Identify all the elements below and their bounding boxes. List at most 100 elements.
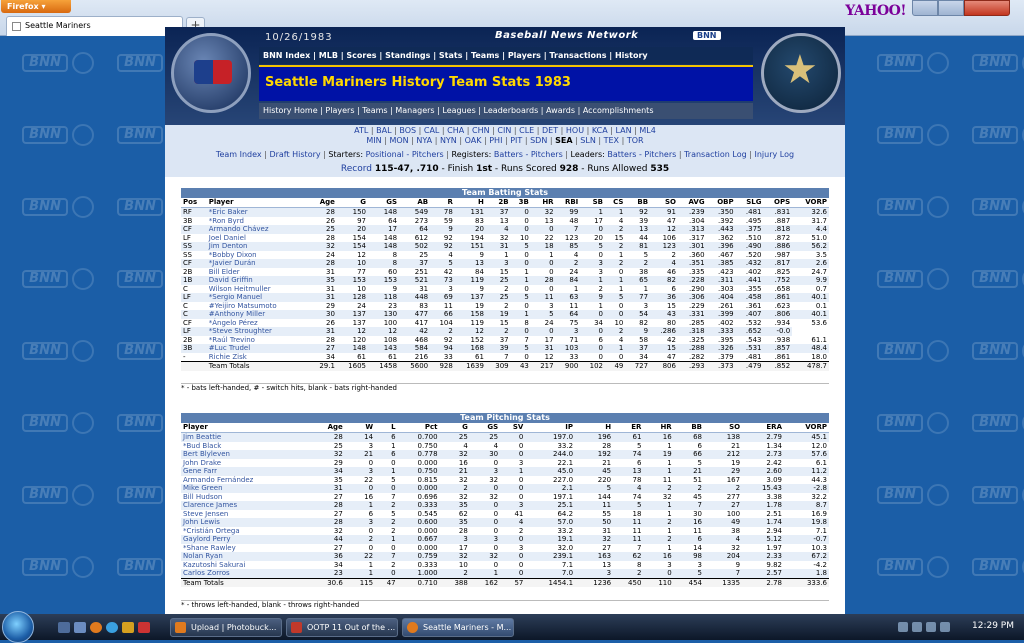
firefox-menu-button[interactable]: Firefox ▾ [1,0,71,13]
team-link-cin[interactable]: CIN [497,126,511,135]
player-link[interactable]: *Bobby Dixon [206,250,310,259]
top-nav-teams[interactable]: Teams [471,51,499,60]
team-link-min[interactable]: MIN [366,136,381,145]
team-link-atl[interactable]: ATL [354,126,368,135]
record-link[interactable]: Record [341,164,372,174]
sub-nav-leagues[interactable]: Leagues [442,106,475,115]
team-link-ml4[interactable]: ML4 [639,126,655,135]
start-button[interactable] [2,611,34,643]
app-icon[interactable] [138,622,150,633]
show-desktop-icon[interactable] [58,622,70,633]
sub-nav-awards[interactable]: Awards [546,106,575,115]
registers-pitchers-link[interactable]: Pitchers [531,150,563,159]
firefox-icon[interactable] [90,622,102,633]
team-link-sln[interactable]: SLN [580,136,596,145]
player-link[interactable]: *Cristián Ortega [181,526,311,535]
team-link-tex[interactable]: TEX [604,136,619,145]
network-icon[interactable] [926,622,936,632]
team-link-kca[interactable]: KCA [592,126,608,135]
leaders-batters-link[interactable]: Batters [607,150,636,159]
player-link[interactable]: Jim Beattie [181,432,311,442]
team-index-link[interactable]: Team Index [216,150,262,159]
tray-icon[interactable] [898,622,908,632]
player-link[interactable]: Armando Fernández [181,475,311,484]
team-link-hou[interactable]: HOU [566,126,584,135]
top-nav-scores[interactable]: Scores [346,51,376,60]
player-link[interactable]: Bill Elder [206,267,310,276]
sub-nav-history-home[interactable]: History Home [263,106,318,115]
team-link-sdn[interactable]: SDN [530,136,547,145]
player-link[interactable]: #Yeijiro Matsumoto [206,301,310,310]
sub-nav-managers[interactable]: Managers [395,106,434,115]
team-link-lan[interactable]: LAN [616,126,632,135]
player-link[interactable]: *Ángelo Pérez [206,318,310,327]
team-link-sea[interactable]: SEA [555,136,572,145]
player-link[interactable]: Steve Jensen [181,509,311,518]
team-link-pit[interactable]: PIT [510,136,522,145]
player-link[interactable]: Kazutoshi Sakurai [181,560,311,569]
player-link[interactable]: Gaylord Perry [181,535,311,544]
player-link[interactable]: Jim Denton [206,242,310,251]
sub-nav-teams[interactable]: Teams [362,106,387,115]
team-link-bal[interactable]: BAL [376,126,391,135]
player-link[interactable]: Gene Farr [181,467,311,476]
top-nav-history[interactable]: History [615,51,648,60]
player-link[interactable]: *Ron Byrd [206,216,310,225]
top-nav-mlb[interactable]: MLB [319,51,338,60]
player-link[interactable]: John Drake [181,458,311,467]
close-button[interactable] [964,0,1010,16]
browser-tab[interactable]: Seattle Mariners [6,16,183,36]
minimize-button[interactable] [912,0,938,16]
team-link-nya[interactable]: NYA [416,136,432,145]
positional-link[interactable]: Positional [366,150,404,159]
sub-nav-leaderboards[interactable]: Leaderboards [484,106,539,115]
injury-log-link[interactable]: Injury Log [754,150,794,159]
player-link[interactable]: *Steve Stroughter [206,327,310,336]
team-link-bos[interactable]: BOS [399,126,416,135]
team-link-cle[interactable]: CLE [519,126,534,135]
media-icon[interactable] [122,622,134,633]
top-nav-stats[interactable]: Stats [439,51,463,60]
starters-pitchers-link[interactable]: Pitchers [412,150,444,159]
maximize-button[interactable] [938,0,964,16]
team-link-oak[interactable]: OAK [465,136,482,145]
player-link[interactable]: John Lewis [181,518,311,527]
player-link[interactable]: Clarence James [181,501,311,510]
player-link[interactable]: *Javier Durán [206,259,310,268]
top-nav-transactions[interactable]: Transactions [549,51,606,60]
player-link[interactable]: Mike Green [181,484,311,493]
player-link[interactable]: *Bud Black [181,441,311,450]
team-link-phi[interactable]: PHI [489,136,502,145]
team-link-chn[interactable]: CHN [472,126,490,135]
taskbar-mariners-button[interactable]: Seattle Mariners - M... [402,618,514,637]
player-link[interactable]: Carlos Zorros [181,569,311,578]
player-link[interactable]: *Eric Baker [206,207,310,217]
player-link[interactable]: Bert Blyleven [181,450,311,459]
tray-icon[interactable] [912,622,922,632]
taskbar-photobucket-button[interactable]: Upload | Photobuck... [170,618,282,637]
player-link[interactable]: *Raúl Trevino [206,335,310,344]
team-link-cal[interactable]: CAL [424,126,440,135]
leaders-pitchers-link[interactable]: Pitchers [644,150,676,159]
draft-history-link[interactable]: Draft History [269,150,320,159]
top-nav-bnn-index[interactable]: BNN Index [263,51,310,60]
player-link[interactable]: *Sergio Manuel [206,293,310,302]
player-link[interactable]: Richie Zisk [206,352,310,362]
team-link-nyn[interactable]: NYN [440,136,457,145]
ie-icon[interactable] [106,622,118,633]
switch-windows-icon[interactable] [74,622,86,633]
player-link[interactable]: Bill Hudson [181,492,311,501]
player-link[interactable]: Joel Daniel [206,233,310,242]
player-link[interactable]: Wilson Heitmuller [206,284,310,293]
player-link[interactable]: *Shane Rawley [181,543,311,552]
top-nav-standings[interactable]: Standings [385,51,430,60]
team-link-det[interactable]: DET [542,126,558,135]
player-link[interactable]: Armando Chávez [206,225,310,234]
player-link[interactable]: David Griffin [206,276,310,285]
sub-nav-accomplishments[interactable]: Accomplishments [583,106,654,115]
transaction-log-link[interactable]: Transaction Log [684,150,747,159]
taskbar-ootp-button[interactable]: OOTP 11 Out of the ... [286,618,398,637]
team-link-cha[interactable]: CHA [447,126,464,135]
player-link[interactable]: Nolan Ryan [181,552,311,561]
player-link[interactable]: #Luc Trudel [206,344,310,353]
